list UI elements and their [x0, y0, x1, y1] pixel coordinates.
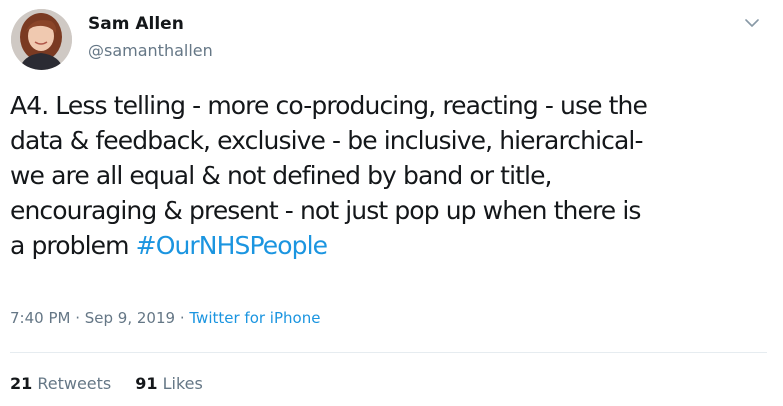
tweet-text-line: a problem	[10, 231, 136, 260]
tweet-card: Sam Allen @samanthallen A4. Less telling…	[0, 0, 783, 406]
likes-count: 91	[135, 374, 158, 393]
hashtag-link[interactable]: #OurNHSPeople	[136, 231, 328, 260]
user-handle[interactable]: @samanthallen	[88, 41, 213, 60]
likes-label: Likes	[162, 374, 203, 393]
retweets-label: Retweets	[37, 374, 112, 393]
tweet-metadata: 7:40 PM · Sep 9, 2019 · Twitter for iPho…	[10, 309, 320, 327]
retweets-stat[interactable]: 21 Retweets	[10, 374, 111, 393]
retweets-count: 21	[10, 374, 33, 393]
tweet-text-line: data & feedback, exclusive - be inclusiv…	[10, 126, 643, 155]
tweet-text-line: A4. Less telling - more co-producing, re…	[10, 91, 648, 120]
tweet-date[interactable]: Sep 9, 2019	[85, 309, 175, 327]
meta-separator: ·	[175, 309, 190, 327]
tweet-time[interactable]: 7:40 PM	[10, 309, 70, 327]
tweet-text: A4. Less telling - more co-producing, re…	[10, 88, 770, 263]
likes-stat[interactable]: 91 Likes	[135, 374, 203, 393]
tweet-stats: 21 Retweets 91 Likes	[10, 374, 203, 393]
avatar-image	[11, 9, 72, 70]
tweet-text-line: we are all equal & not defined by band o…	[10, 161, 552, 190]
chevron-down-icon[interactable]	[741, 12, 763, 34]
avatar[interactable]	[11, 9, 72, 70]
divider	[10, 352, 767, 353]
meta-separator: ·	[70, 309, 85, 327]
tweet-text-line: encouraging & present - not just pop up …	[10, 196, 641, 225]
display-name[interactable]: Sam Allen	[88, 14, 184, 34]
tweet-text-line-last: a problem #OurNHSPeople	[10, 228, 770, 263]
tweet-source-link[interactable]: Twitter for iPhone	[189, 309, 320, 327]
